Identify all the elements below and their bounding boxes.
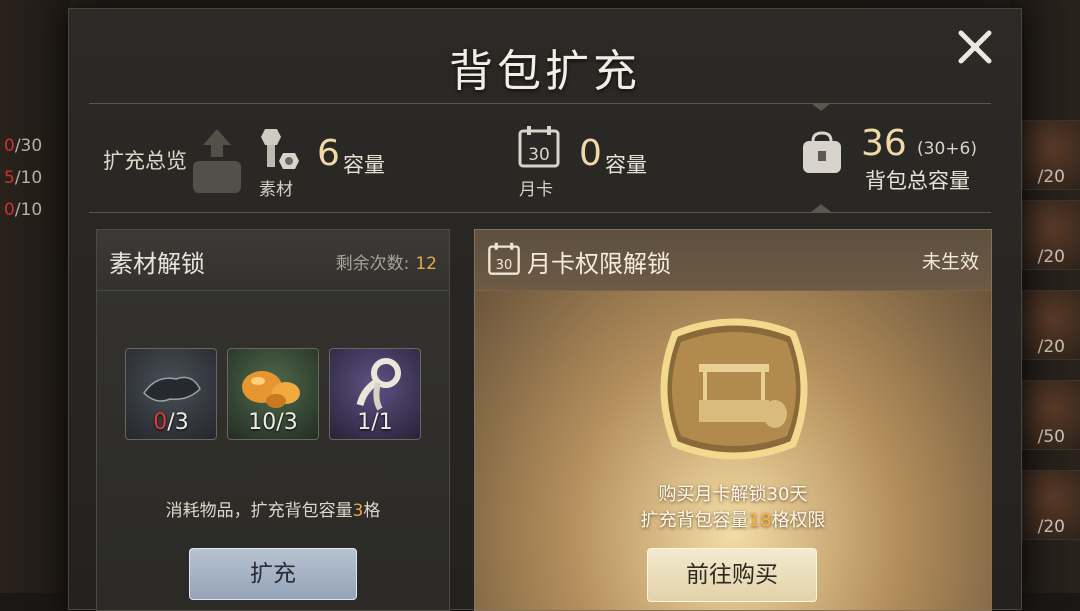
bg-counter: 0/10 (4, 200, 43, 220)
overview-label: 扩充总览 (103, 149, 187, 173)
expand-button[interactable]: 扩充 (189, 548, 357, 600)
monthly-card-panel: 30 月卡权限解锁 未生效 购买月卡解锁30天 扩充背包容量18格权限 前往购买 (474, 229, 992, 611)
bg-counter: 5/10 (4, 168, 43, 188)
bg-inventory-slot: /50 (1022, 380, 1080, 450)
bolt-nut-icon (261, 129, 299, 169)
bg-inventory-slot: /20 (1022, 120, 1080, 190)
divider-notch (811, 103, 831, 111)
bg-inventory-slot: /20 (1022, 290, 1080, 360)
material-unlock-panel: 素材解锁 剩余次数: 12 0/3 10/3 1/1 消耗物品，扩充背包容量3格… (96, 229, 450, 611)
svg-text:30: 30 (528, 145, 550, 165)
cloth-icon (143, 376, 201, 402)
ore-icon (242, 371, 300, 408)
monthly-capacity-value: 0 (579, 133, 602, 174)
bg-counter: 0/30 (4, 136, 43, 156)
total-capacity-label: 背包总容量 (865, 169, 970, 193)
monthly-card-line2: 扩充背包容量18格权限 (640, 510, 826, 531)
material-capacity-value: 6 (317, 133, 340, 174)
background-left-panel: 0/30 5/10 0/10 (0, 0, 70, 593)
panel-header: 素材解锁 剩余次数: 12 (97, 230, 449, 291)
svg-text:30: 30 (496, 258, 513, 273)
material-unlock-title: 素材解锁 (109, 250, 205, 278)
bag-icon (803, 131, 841, 173)
bag-expand-dialog: 背包扩充 扩充总览 6 容量 素材 30 0 容量 月卡 36 (30+6) 背… (68, 8, 1022, 611)
material-slot-ore[interactable]: 10/3 (227, 348, 319, 440)
material-count: 1/1 (357, 410, 393, 435)
bg-inventory-slot: /20 (1022, 200, 1080, 270)
material-unlock-description: 消耗物品，扩充背包容量3格 (165, 501, 381, 521)
remaining-count: 剩余次数: 12 (335, 254, 437, 274)
material-slot-rope[interactable]: 1/1 (329, 348, 421, 440)
divider (89, 212, 991, 213)
total-capacity-detail: (30+6) (917, 139, 977, 159)
material-count: 0/3 (153, 410, 189, 435)
monthly-card-status: 未生效 (921, 251, 979, 273)
rope-icon (356, 358, 401, 411)
monthly-card-title: 月卡权限解锁 (527, 250, 671, 278)
panel-header: 30 月卡权限解锁 未生效 (475, 230, 991, 291)
dialog-title: 背包扩充 (449, 46, 641, 97)
total-capacity-value: 36 (861, 123, 907, 164)
divider-notch (811, 204, 831, 212)
merchant-stall-emblem (660, 318, 808, 460)
material-capacity-label: 素材 (259, 180, 293, 200)
calendar-30-icon: 30 (488, 242, 520, 275)
monthly-capacity-label: 月卡 (519, 180, 553, 200)
material-capacity-unit: 容量 (343, 153, 385, 177)
go-buy-button[interactable]: 前往购买 (647, 548, 817, 602)
close-x-icon (958, 30, 992, 64)
bg-inventory-slot: /20 (1022, 470, 1080, 540)
monthly-card-line1: 购买月卡解锁30天 (658, 484, 808, 505)
material-slot-cloth[interactable]: 0/3 (125, 348, 217, 440)
close-button[interactable] (953, 25, 997, 69)
monthly-capacity-unit: 容量 (605, 153, 647, 177)
calendar-30-icon: 30 (518, 126, 560, 168)
divider (89, 103, 991, 104)
material-count: 10/3 (248, 410, 298, 435)
bag-watermark-icon (193, 129, 241, 193)
